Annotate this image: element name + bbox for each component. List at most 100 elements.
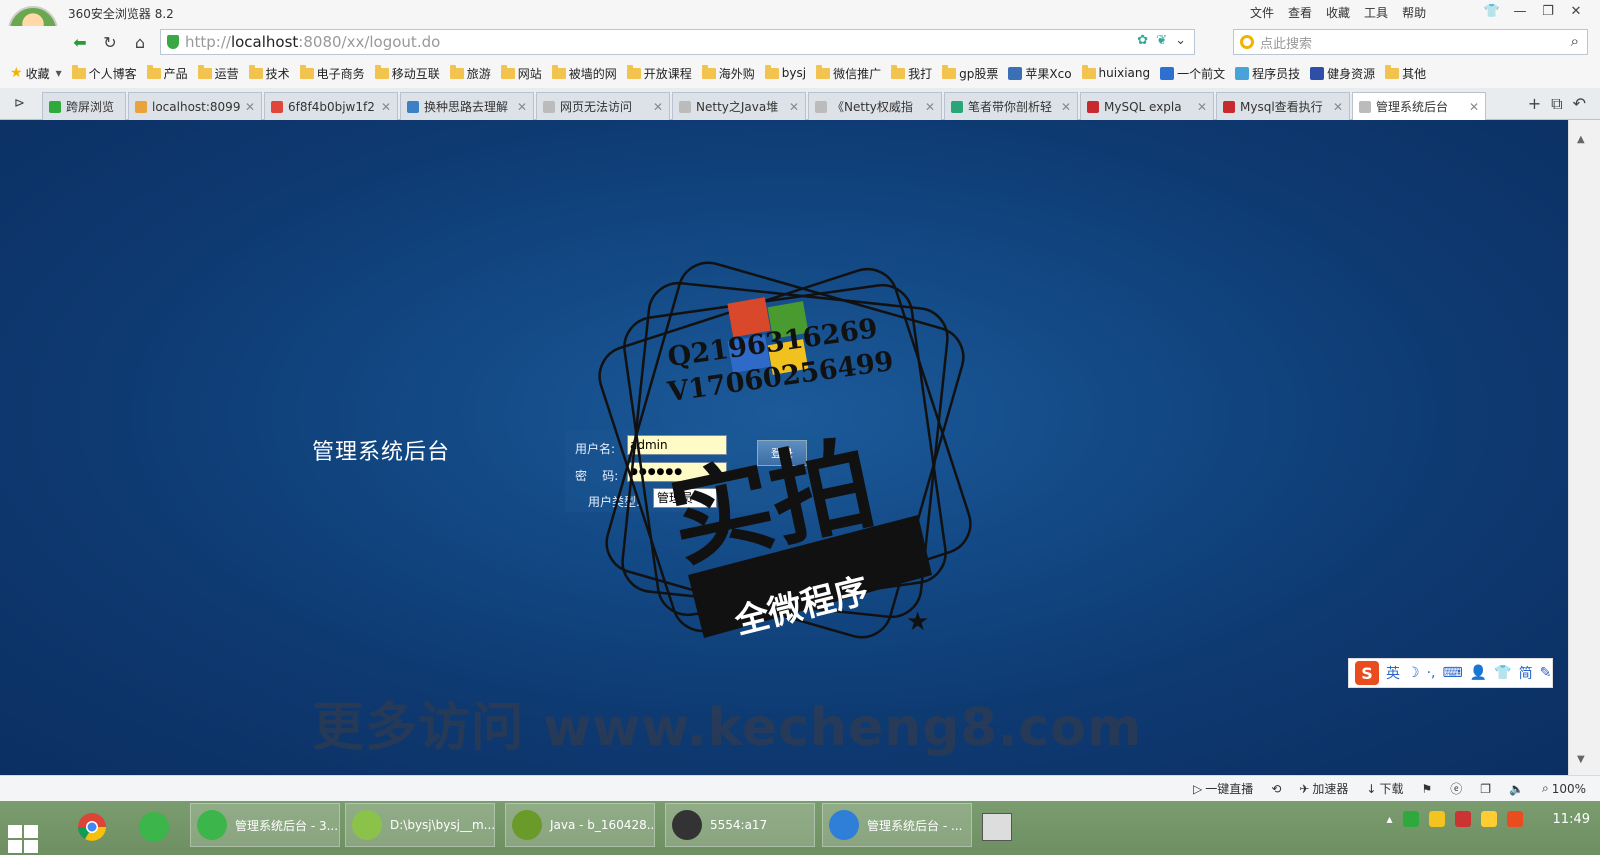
home-icon[interactable]: ⌂ bbox=[128, 31, 152, 53]
scroll-down-icon[interactable]: ▼ bbox=[1577, 754, 1585, 765]
menu-help[interactable]: 帮助 bbox=[1402, 4, 1426, 21]
search-icon[interactable]: ⌕ bbox=[1571, 32, 1579, 50]
clock[interactable]: 11:49 bbox=[1553, 812, 1590, 827]
bookmark-item[interactable]: 海外购 bbox=[701, 64, 761, 82]
menu-favorites[interactable]: 收藏 bbox=[1326, 4, 1350, 21]
punctuation-icon[interactable]: ·, bbox=[1427, 665, 1436, 681]
flag-button[interactable]: ⚑ bbox=[1421, 782, 1432, 796]
moon-icon[interactable]: ☽ bbox=[1407, 665, 1420, 681]
bookmark-item[interactable]: 程序员技 bbox=[1235, 65, 1306, 82]
scroll-up-icon[interactable]: ▲ bbox=[1577, 134, 1585, 145]
tray-app-icon[interactable] bbox=[1428, 811, 1445, 827]
menu-file[interactable]: 文件 bbox=[1250, 4, 1274, 21]
tab-item[interactable]: 6f8f4b0bjw1f2 ✕ bbox=[264, 92, 398, 120]
taskbar-task[interactable]: 5554:a17 bbox=[665, 803, 815, 847]
live-button[interactable]: ▷ 一键直播 bbox=[1193, 780, 1253, 797]
bookmark-item[interactable]: 其他 bbox=[1385, 64, 1432, 82]
taskbar-task[interactable]: 管理系统后台 - 3... bbox=[190, 803, 340, 847]
skin-icon[interactable]: 👕 bbox=[1478, 0, 1506, 22]
minimize-button[interactable]: — bbox=[1506, 0, 1534, 22]
tab-close-icon[interactable]: ✕ bbox=[245, 100, 255, 114]
vertical-scrollbar[interactable]: ▲ ▼ bbox=[1568, 120, 1600, 775]
bookmark-item[interactable]: 我打 bbox=[891, 64, 938, 82]
qq-icon[interactable] bbox=[1480, 811, 1497, 827]
tray-app-icon[interactable] bbox=[1402, 811, 1419, 827]
menu-view[interactable]: 查看 bbox=[1288, 4, 1312, 21]
tab-item[interactable]: Netty之Java堆 ✕ bbox=[672, 92, 806, 120]
bookmark-item[interactable]: 网站 bbox=[500, 64, 548, 82]
bookmark-item[interactable]: 微信推广 bbox=[816, 64, 887, 82]
tab-item[interactable]: 跨屏浏览 bbox=[42, 92, 126, 120]
tab-list-icon[interactable]: ⧉ bbox=[1551, 94, 1562, 114]
tab-item[interactable]: Mysql查看执行 ✕ bbox=[1216, 92, 1350, 120]
maximize-button[interactable]: ❐ bbox=[1534, 0, 1562, 22]
back-icon[interactable]: ⬅ bbox=[68, 31, 92, 53]
tab-close-icon[interactable]: ✕ bbox=[1469, 100, 1479, 114]
tab-close-icon[interactable]: ✕ bbox=[1061, 100, 1071, 114]
wrench-icon[interactable]: ✎ bbox=[1540, 665, 1552, 681]
bookmark-item[interactable]: bysj bbox=[764, 64, 812, 80]
tab-item[interactable]: 网页无法访问 ✕ bbox=[536, 92, 670, 120]
bookmark-item[interactable]: huixiang bbox=[1081, 64, 1157, 80]
bookmark-item[interactable]: 一个前文 bbox=[1160, 65, 1231, 82]
chrome-icon[interactable] bbox=[70, 807, 114, 847]
windows-start-icon[interactable] bbox=[8, 825, 42, 855]
bookmark-item[interactable]: 移动互联 bbox=[374, 64, 446, 82]
tab-close-icon[interactable]: ✕ bbox=[381, 100, 391, 114]
tab-close-icon[interactable]: ✕ bbox=[789, 100, 799, 114]
bookmark-item[interactable]: gp股票 bbox=[942, 64, 1004, 82]
sidebar-toggle-icon[interactable]: ⊳ bbox=[14, 96, 25, 111]
search-box[interactable]: 点此搜索 ⌕ bbox=[1233, 29, 1588, 55]
ie-mode-button[interactable]: ⓔ bbox=[1450, 780, 1462, 797]
menu-tools[interactable]: 工具 bbox=[1364, 4, 1388, 21]
new-tab-icon[interactable]: + bbox=[1528, 94, 1541, 114]
360-browser-icon[interactable] bbox=[132, 807, 176, 847]
bookmark-item[interactable]: 健身资源 bbox=[1310, 65, 1381, 82]
tab-close-icon[interactable]: ✕ bbox=[1197, 100, 1207, 114]
bookmark-favorites[interactable]: ★ 收藏 ▾ bbox=[10, 65, 68, 82]
tab-close-icon[interactable]: ✕ bbox=[517, 100, 527, 114]
tab-item[interactable]: 笔者带你剖析轻 ✕ bbox=[944, 92, 1078, 120]
user-icon[interactable]: 👤 bbox=[1470, 665, 1487, 681]
bookmark-item[interactable]: 开放课程 bbox=[626, 64, 698, 82]
bookmark-item[interactable]: 被墙的网 bbox=[551, 64, 623, 82]
bookmark-item[interactable]: 电子商务 bbox=[299, 64, 371, 82]
zoom-control[interactable]: ⌕ 100% bbox=[1542, 781, 1586, 796]
ime-simplified[interactable]: 简 bbox=[1519, 663, 1533, 683]
keyboard-icon[interactable]: ⌨ bbox=[1442, 665, 1462, 681]
sogou-icon[interactable]: S bbox=[1355, 661, 1379, 685]
bookmark-item[interactable]: 苹果Xco bbox=[1008, 65, 1077, 82]
bookmark-item[interactable]: 旅游 bbox=[449, 64, 497, 82]
bookmark-item[interactable]: 运营 bbox=[197, 64, 245, 82]
bookmark-item[interactable]: 产品 bbox=[146, 64, 194, 82]
mute-button[interactable]: 🔈 bbox=[1509, 782, 1524, 796]
clean-button[interactable]: ⟲ bbox=[1271, 782, 1281, 796]
accelerator-button[interactable]: ✈ 加速器 bbox=[1299, 780, 1348, 797]
undo-close-icon[interactable]: ↶ bbox=[1573, 94, 1586, 114]
tab-item[interactable]: 换种思路去理解 ✕ bbox=[400, 92, 534, 120]
ime-lang[interactable]: 英 bbox=[1386, 663, 1400, 683]
tab-item[interactable]: localhost:8099 ✕ bbox=[128, 92, 262, 120]
leaf-icon[interactable]: ❦ bbox=[1156, 33, 1167, 48]
remote-desktop-icon[interactable] bbox=[975, 807, 1019, 847]
window-button[interactable]: ❐ bbox=[1480, 782, 1491, 796]
tray-app-icon[interactable] bbox=[1454, 811, 1471, 827]
compat-mode-icon[interactable]: ✿ bbox=[1137, 33, 1148, 48]
qq-icon[interactable] bbox=[1506, 811, 1523, 827]
taskbar-task[interactable]: 管理系统后台 - ... bbox=[822, 803, 972, 847]
tab-item[interactable]: 《Netty权威指 ✕ bbox=[808, 92, 942, 120]
bookmark-item[interactable]: 个人博客 bbox=[71, 64, 143, 82]
taskbar-task[interactable]: Java - b_160428... bbox=[505, 803, 655, 847]
refresh-icon[interactable]: ↻ bbox=[98, 31, 122, 53]
dropdown-icon[interactable]: ⌄ bbox=[1175, 33, 1186, 48]
tab-item[interactable]: 管理系统后台 ✕ bbox=[1352, 92, 1486, 120]
tab-item[interactable]: MySQL expla ✕ bbox=[1080, 92, 1214, 120]
address-bar[interactable]: http://localhost:8080/xx/logout.do ✿ ❦ ⌄ bbox=[160, 29, 1195, 55]
bookmark-item[interactable]: 技术 bbox=[248, 64, 296, 82]
close-button[interactable]: ✕ bbox=[1562, 0, 1590, 22]
download-button[interactable]: ↓ 下载 bbox=[1366, 780, 1403, 797]
tab-close-icon[interactable]: ✕ bbox=[925, 100, 935, 114]
taskbar-task[interactable]: D:\bysj\bysj__m... bbox=[345, 803, 495, 847]
tab-close-icon[interactable]: ✕ bbox=[653, 100, 663, 114]
tray-expand-icon[interactable]: ▴ bbox=[1387, 812, 1393, 826]
